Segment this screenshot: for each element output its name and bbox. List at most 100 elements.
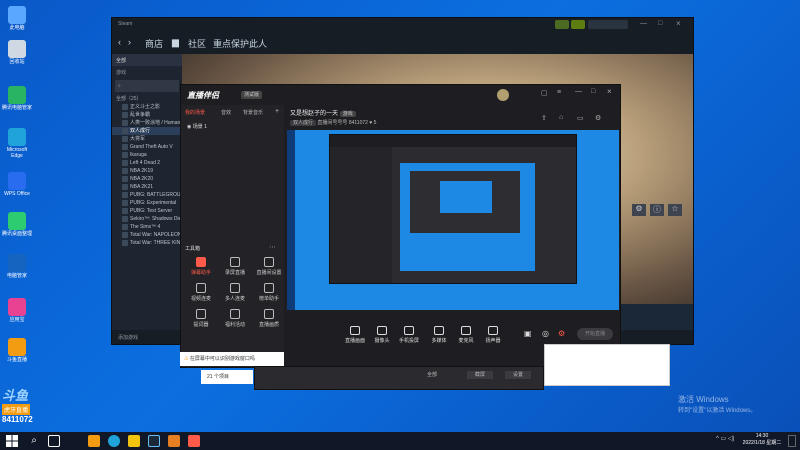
desktop-icon[interactable]: 腾讯桌面整理 <box>2 212 32 237</box>
skin-icon[interactable]: ▢ <box>541 89 548 97</box>
game-list-item[interactable]: 双人成行 <box>112 127 182 135</box>
tool-gift[interactable]: 福利活动 <box>219 307 251 331</box>
tool-record[interactable]: 录屏直播 <box>219 255 251 279</box>
game-list-item[interactable]: 乱世争霸 <box>112 111 182 119</box>
game-list-item[interactable]: NBA 2K19 <box>112 167 182 175</box>
game-list-item[interactable]: PUBG: Test Server <box>112 207 182 215</box>
task-view-icon[interactable] <box>48 435 60 447</box>
bottom-tool-phone[interactable]: 手机投屏 <box>394 326 424 344</box>
game-list-item[interactable]: NBA 2K20 <box>112 175 182 183</box>
game-list-item[interactable]: 大将军 <box>112 135 182 143</box>
game-list-item[interactable]: Total War: THREE KINGDOMS <box>112 239 182 247</box>
tab-sound[interactable]: 音效 <box>221 109 231 116</box>
notification-button[interactable] <box>555 20 569 29</box>
nav-username[interactable]: 重点保护此人 <box>213 37 267 50</box>
desktop-icon[interactable]: Microsoft Edge <box>2 128 32 159</box>
record-icon[interactable]: ◎ <box>542 329 549 338</box>
category-badge[interactable]: 双人成行 <box>290 120 317 126</box>
stream-settings-icon[interactable]: ⚙ <box>558 329 565 338</box>
edge-icon[interactable] <box>108 435 120 447</box>
clock[interactable]: 14:30 2022/1/18 星期二 <box>742 433 782 447</box>
game-list-item[interactable]: 正义斗士之影 <box>112 103 182 111</box>
window-icon[interactable]: ▭ <box>577 114 584 122</box>
minimize-icon[interactable]: — <box>640 20 647 27</box>
desktop-icon[interactable]: 回收站 <box>2 40 32 65</box>
games-filter[interactable]: 游戏 <box>112 66 182 78</box>
tool-video-link[interactable]: 视频连麦 <box>185 281 217 305</box>
camera-toggle-icon[interactable]: ▣ <box>524 329 532 338</box>
info-icon[interactable]: ⓘ <box>650 204 664 216</box>
gear-icon[interactable]: ⚙ <box>632 204 646 216</box>
avatar[interactable] <box>497 89 509 101</box>
game-list-item[interactable]: Total War: NAPOLEON <box>112 231 182 239</box>
notification-center-icon[interactable] <box>788 435 796 447</box>
tab-scenes[interactable]: 我的场景 <box>185 109 205 116</box>
steam-icon[interactable] <box>148 435 160 447</box>
scene-item[interactable]: ◉ 场景 1 <box>187 123 207 130</box>
library-home[interactable]: 全部 <box>112 54 182 66</box>
close-icon[interactable]: × <box>676 19 681 28</box>
game-list-item[interactable]: Left 4 Dead 2 <box>112 159 182 167</box>
tool-settings[interactable]: 直播间设置 <box>253 255 285 279</box>
start-live-button[interactable]: 开始直播 <box>577 328 613 340</box>
eye-icon[interactable]: ◉ <box>187 124 191 130</box>
game-list-item[interactable]: NBA 2K21 <box>112 183 182 191</box>
nav-community[interactable]: 社区 <box>188 37 206 50</box>
desktop-icon[interactable]: WPS Office <box>2 172 32 197</box>
desktop-icon[interactable]: 电脑管家 <box>2 254 32 279</box>
tray-icons[interactable]: ^ ▭ ◁) <box>716 435 734 442</box>
share-icon[interactable]: ⇪ <box>541 114 547 122</box>
bottom-tool-screen[interactable]: 直播画面 <box>340 326 370 344</box>
douyu-icon[interactable] <box>88 435 100 447</box>
friends-button[interactable] <box>571 20 585 29</box>
tool-danmu[interactable]: 弹幕助手 <box>185 255 217 279</box>
favorite-icon[interactable]: ☆ <box>668 204 682 216</box>
game-list-item[interactable]: PUBG: BATTLEGROUNDS <box>112 191 182 199</box>
close-icon[interactable]: × <box>607 87 612 96</box>
forward-icon[interactable]: › <box>128 37 131 47</box>
game-list-item[interactable]: PUBG: Experimental <box>112 199 182 207</box>
game-list-item[interactable]: Ikaruga <box>112 151 182 159</box>
tool-quality[interactable]: 直播画质 <box>253 307 285 331</box>
footer-mid[interactable]: 截屏 <box>467 371 493 379</box>
add-scene-icon[interactable]: + <box>275 108 279 115</box>
desktop-icon[interactable]: 腾讯电脑管家 <box>2 86 32 111</box>
footer-right[interactable]: 设置 <box>505 371 531 379</box>
game-list-item[interactable]: 人类一败涂地 / Human <box>112 119 182 127</box>
bottom-tool-camera[interactable]: 摄像头 <box>367 326 397 344</box>
zhibo-icon[interactable] <box>168 435 180 447</box>
tool-teleprompter[interactable]: 提词器 <box>185 307 217 331</box>
back-icon[interactable]: ‹ <box>118 37 121 47</box>
menu-icon[interactable]: ≡ <box>557 89 561 96</box>
desktop-icon[interactable]: 此电脑 <box>2 6 32 31</box>
desktop-icon[interactable]: 斗鱼直播 <box>2 338 32 363</box>
account-menu[interactable] <box>588 20 628 29</box>
add-game-button[interactable]: 添加游戏 <box>118 335 138 341</box>
steam-menu[interactable]: Steam <box>118 21 132 27</box>
explorer-icon[interactable] <box>128 435 140 447</box>
tab-bgm[interactable]: 背景音乐 <box>243 109 263 116</box>
footer-left[interactable]: 全部 <box>427 371 437 378</box>
search-icon[interactable]: ⌕ <box>28 435 40 447</box>
gift-icon[interactable]: ⌂ <box>559 114 563 121</box>
start-button[interactable] <box>6 435 18 447</box>
more-icon[interactable]: ⋯ <box>269 243 276 251</box>
maximize-icon[interactable]: □ <box>658 20 662 27</box>
minimize-icon[interactable]: — <box>575 88 582 95</box>
nav-store[interactable]: 商店 <box>145 37 163 50</box>
bottom-tool-mic[interactable]: 麦克风 <box>451 326 481 344</box>
desktop-icon[interactable]: 应用宝 <box>2 298 32 323</box>
stream-tag[interactable]: 游戏 <box>339 111 356 117</box>
game-list-item[interactable]: Sekiro™: Shadows Die Twice <box>112 215 182 223</box>
bottom-tool-speaker[interactable]: 扬声器 <box>478 326 508 344</box>
library-search-input[interactable]: ⌕ <box>115 80 179 92</box>
kuaishou-icon[interactable] <box>188 435 200 447</box>
tool-multi-link[interactable]: 多人连麦 <box>219 281 251 305</box>
maximize-icon[interactable]: □ <box>591 88 595 95</box>
game-list-item[interactable]: The Sims™ 4 <box>112 223 182 231</box>
library-icon[interactable]: ▆ <box>172 37 179 48</box>
bottom-tool-media[interactable]: 多媒体 <box>424 326 454 344</box>
game-list-item[interactable]: Grand Theft Auto V <box>112 143 182 151</box>
settings-icon[interactable]: ⚙ <box>595 114 601 122</box>
tool-rank[interactable]: 榜单助手 <box>253 281 285 305</box>
